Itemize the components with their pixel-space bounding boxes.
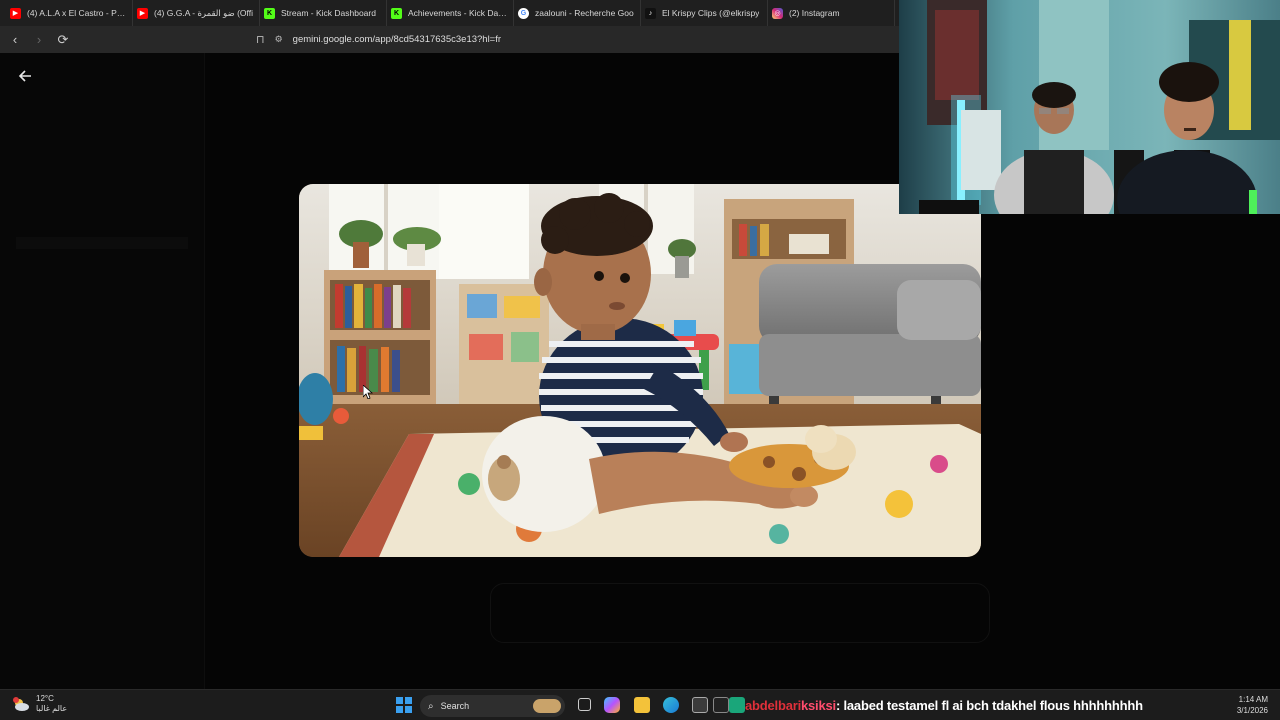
- cloud-icon: [12, 697, 30, 711]
- ticker-username-2: ksiksi: [801, 698, 836, 713]
- tab-label: zaalouni - Recherche Goo: [535, 8, 634, 18]
- youtube-icon: ▶: [10, 7, 21, 19]
- ticker-message: : laabed testamel fl ai bch tdakhel flou…: [835, 698, 1143, 713]
- kick-icon: K: [264, 7, 275, 19]
- app-icon[interactable]: [729, 697, 745, 713]
- windows-logo-icon: [396, 705, 404, 713]
- windows-logo-icon: [404, 697, 412, 705]
- webcam-feed: [899, 0, 1280, 214]
- browser-tab[interactable]: G zaalouni - Recherche Goo: [514, 0, 641, 26]
- store-icon[interactable]: [692, 697, 708, 713]
- weather-temp: 12°C: [36, 694, 54, 703]
- mouse-cursor-icon: [363, 385, 373, 399]
- tab-label: (4) A.L.A x El Castro - Prob: [27, 8, 126, 18]
- sidebar-item[interactable]: [16, 263, 188, 275]
- browser-tab[interactable]: K Stream - Kick Dashboard: [260, 0, 387, 26]
- chat-ticker: abdelbariksiksi: laabed testamel fl ai b…: [745, 698, 1143, 713]
- tab-label: (4) G.G.A - ضو القمرة (Offi: [154, 7, 253, 18]
- tiktok-icon: ♪: [645, 7, 656, 19]
- windows-taskbar: 12°C عالم غالبا ⌕ Search abdelbariksiksi…: [0, 689, 1280, 720]
- baby-photo-illustration: [299, 184, 981, 557]
- clock-date: 3/1/2026: [1236, 706, 1268, 715]
- tab-label: Stream - Kick Dashboard: [281, 8, 376, 18]
- start-button[interactable]: [396, 697, 412, 713]
- weather-widget[interactable]: 12°C عالم غالبا: [12, 694, 67, 714]
- instagram-icon: ◎: [772, 7, 783, 19]
- app-icon[interactable]: [713, 697, 729, 713]
- taskbar-search[interactable]: ⌕ Search: [420, 695, 565, 717]
- weather-text: عالم غالبا: [36, 704, 68, 713]
- windows-logo-icon: [404, 705, 412, 713]
- bookmark-icon[interactable]: ⊓: [256, 33, 265, 46]
- browser-tab[interactable]: ◎ (2) Instagram: [768, 0, 895, 26]
- clock-time: 1:14 AM: [1238, 695, 1268, 704]
- file-explorer-icon[interactable]: [634, 697, 650, 713]
- browser-tab[interactable]: ▶ (4) A.L.A x El Castro - Prob: [6, 0, 133, 26]
- browser-tab[interactable]: ▶ (4) G.G.A - ضو القمرة (Offi: [133, 0, 260, 26]
- sidebar-item[interactable]: [16, 369, 188, 381]
- browser-tab[interactable]: ♪ El Krispy Clips (@elkrispy: [641, 0, 768, 26]
- sidebar-item[interactable]: [16, 117, 188, 129]
- sidebar-item[interactable]: [16, 343, 188, 355]
- address-bar[interactable]: ⊓ ⚙ gemini.google.com/app/8cd54317635c3e…: [256, 30, 916, 49]
- webcam-overlay: [899, 0, 1280, 214]
- search-highlight-icon: [533, 699, 561, 713]
- tab-label: El Krispy Clips (@elkrispy: [662, 8, 760, 18]
- back-arrow-icon[interactable]: [18, 69, 36, 87]
- copilot-icon[interactable]: [604, 697, 620, 713]
- kick-icon: K: [391, 7, 402, 19]
- search-icon: ⌕: [428, 700, 434, 712]
- sidebar-item[interactable]: [16, 237, 188, 249]
- edge-icon[interactable]: [663, 697, 679, 713]
- browser-tab[interactable]: K Achievements - Kick Dashb: [387, 0, 514, 26]
- tab-label: Achievements - Kick Dashb: [408, 8, 507, 18]
- reload-icon[interactable]: ⟳: [53, 30, 73, 50]
- taskbar-clock[interactable]: 1:14 AM 3/1/2026: [1237, 694, 1268, 716]
- tab-label: (2) Instagram: [789, 8, 840, 18]
- site-info-icon[interactable]: ⚙: [275, 34, 283, 45]
- sidebar-item[interactable]: [16, 289, 188, 301]
- prompt-box[interactable]: [490, 583, 990, 643]
- task-view-icon[interactable]: [578, 698, 591, 711]
- back-icon[interactable]: ‹: [5, 30, 25, 50]
- forward-icon[interactable]: ›: [29, 30, 49, 50]
- sidebar-item[interactable]: [16, 315, 188, 327]
- generated-image[interactable]: [299, 184, 981, 557]
- sidebar: [0, 53, 205, 689]
- google-icon: G: [518, 7, 529, 19]
- sidebar-item[interactable]: [16, 143, 188, 155]
- search-label: Search: [440, 701, 470, 711]
- windows-logo-icon: [396, 697, 404, 705]
- sidebar-item[interactable]: [16, 395, 188, 407]
- ticker-username: abdelbari: [745, 698, 801, 713]
- youtube-icon: ▶: [137, 7, 148, 19]
- url-text[interactable]: gemini.google.com/app/8cd54317635c3e13?h…: [293, 34, 501, 45]
